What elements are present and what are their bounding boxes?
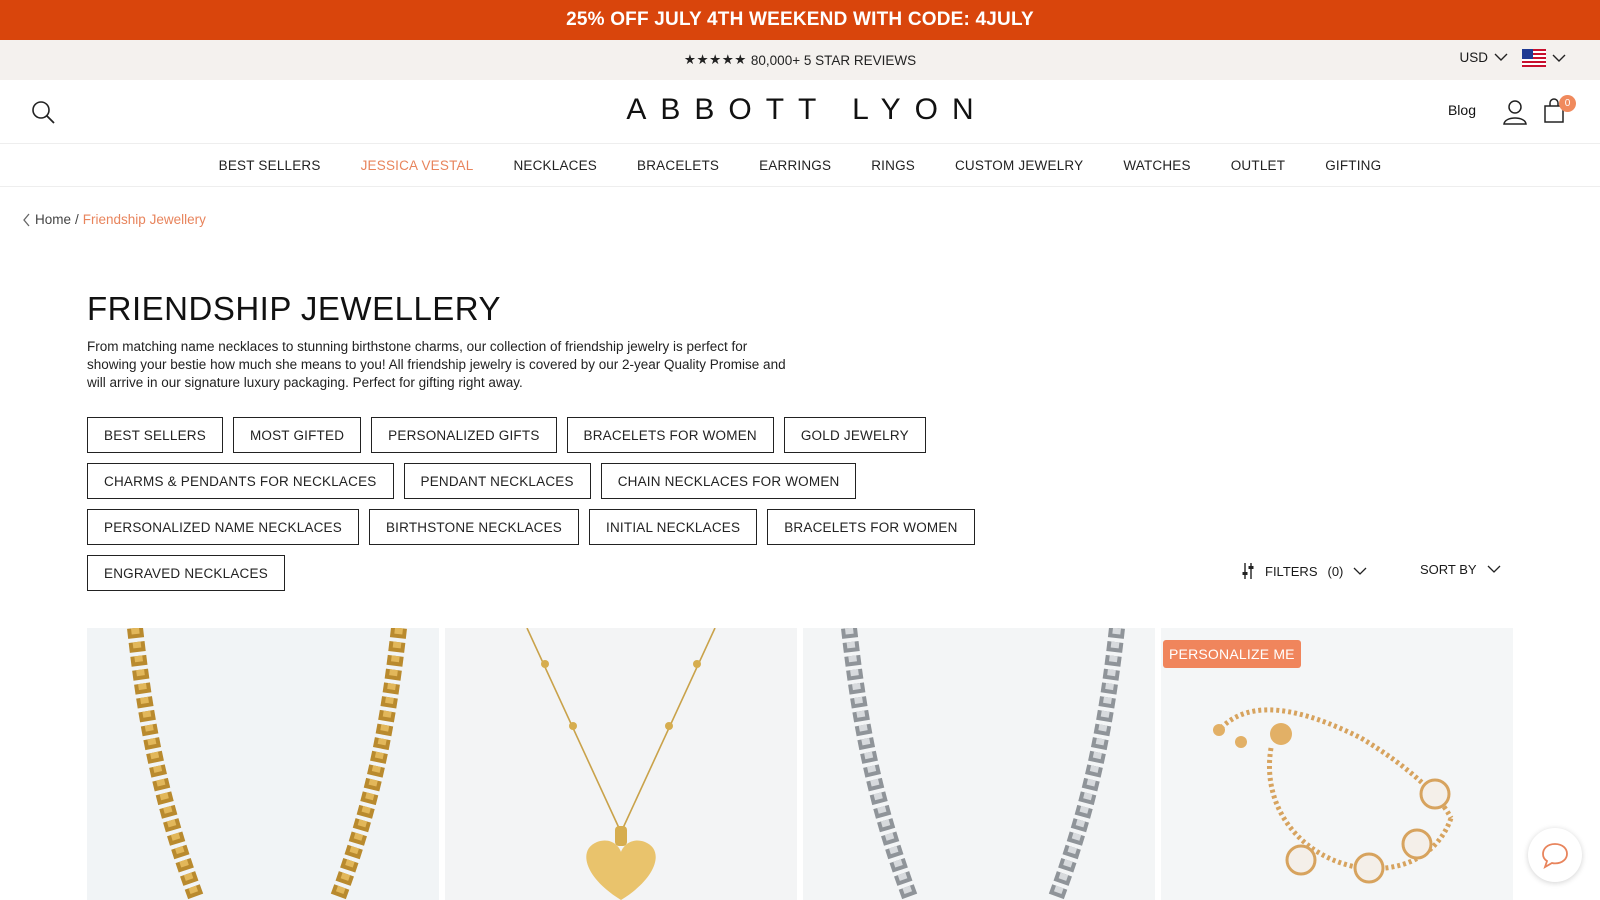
nav-earrings[interactable]: EARRINGS [759,158,831,173]
nav-best-sellers[interactable]: BEST SELLERS [219,158,321,173]
category-chips: BEST SELLERS MOST GIFTED PERSONALIZED GI… [87,417,975,591]
search-icon [32,101,55,124]
filter-sliders-icon [1242,563,1254,579]
chip-personalized-gifts[interactable]: PERSONALIZED GIFTS [371,417,557,453]
nav-jessica-vestal[interactable]: JESSICA VESTAL [361,158,474,173]
nav-custom-jewelry[interactable]: CUSTOM JEWELRY [955,158,1083,173]
chip-row: ENGRAVED NECKLACES [87,555,975,591]
nav-bracelets[interactable]: BRACELETS [637,158,719,173]
silver-curb-chain-necklace-image [803,628,1155,900]
chip-gold-jewelry[interactable]: GOLD JEWELRY [783,417,926,453]
chip-bracelets-for-women-2[interactable]: BRACELETS FOR WOMEN [767,509,975,545]
chevron-down-icon [1494,53,1508,61]
filters-button[interactable]: FILTERS (0) [1241,562,1367,580]
nav-watches[interactable]: WATCHES [1123,158,1190,173]
rating-stars: ★★★★★ [683,52,747,67]
chip-initial-necklaces[interactable]: INITIAL NECKLACES [589,509,758,545]
currency-label: USD [1459,50,1488,65]
chevron-left-icon[interactable] [22,213,31,227]
breadcrumb: Home / Friendship Jewellery [22,212,206,227]
nav-rings[interactable]: RINGS [871,158,915,173]
chip-row: CHARMS & PENDANTS FOR NECKLACES PENDANT … [87,463,975,499]
chevron-down-icon [1487,565,1501,573]
product-card[interactable] [445,628,797,900]
site-header: ABBOTT LYON Blog 0 [0,80,1600,144]
chip-best-sellers[interactable]: BEST SELLERS [87,417,223,453]
product-card[interactable] [803,628,1155,900]
search-button[interactable] [30,99,58,127]
product-card[interactable] [87,628,439,900]
chip-row: BEST SELLERS MOST GIFTED PERSONALIZED GI… [87,417,975,453]
currency-selector[interactable]: USD [1459,50,1508,65]
us-flag-icon [1522,49,1546,67]
product-card[interactable]: PERSONALIZE ME [1161,628,1513,900]
chevron-down-icon [1353,567,1367,575]
breadcrumb-separator: / [75,212,79,227]
collection-description: From matching name necklaces to stunning… [87,339,786,390]
user-icon [1503,100,1527,125]
account-button[interactable] [1502,98,1528,126]
chat-button[interactable] [1528,828,1582,882]
country-selector[interactable] [1522,49,1566,67]
chip-bracelets-for-women[interactable]: BRACELETS FOR WOMEN [566,417,774,453]
promo-banner[interactable]: 25% OFF JULY 4TH WEEKEND WITH CODE: 4JUL… [0,0,1600,40]
main-nav: BEST SELLERS JESSICA VESTAL NECKLACES BR… [0,145,1600,187]
chip-birthstone-necklaces[interactable]: BIRTHSTONE NECKLACES [368,509,580,545]
chip-charms-pendants[interactable]: CHARMS & PENDANTS FOR NECKLACES [87,463,394,499]
chip-engraved-necklaces[interactable]: ENGRAVED NECKLACES [87,555,285,591]
reviews-text: 80,000+ 5 STAR REVIEWS [750,52,917,68]
personalize-badge: PERSONALIZE ME [1163,640,1301,668]
product-grid: PERSONALIZE ME [87,628,1513,900]
chip-row: PERSONALIZED NAME NECKLACES BIRTHSTONE N… [87,509,975,545]
cart-count-badge: 0 [1559,95,1576,112]
brand-logo[interactable]: ABBOTT LYON [0,93,1600,127]
chip-personalized-name-necklaces[interactable]: PERSONALIZED NAME NECKLACES [87,509,359,545]
cart-button[interactable]: 0 [1542,95,1576,126]
chip-most-gifted[interactable]: MOST GIFTED [232,417,362,453]
blog-link[interactable]: Blog [1448,102,1476,118]
gold-clover-charm-bracelet-image [1161,628,1513,900]
reviews-bar: ★★★★★ 80,000+ 5 STAR REVIEWS [0,40,1600,80]
sort-label: SORT BY [1420,562,1477,577]
nav-outlet[interactable]: OUTLET [1231,158,1285,173]
sort-by-button[interactable]: SORT BY [1420,562,1501,577]
breadcrumb-home[interactable]: Home [35,212,71,227]
chat-bubble-icon [1542,843,1568,869]
gold-heart-pendant-necklace-image [445,628,797,900]
gold-curb-chain-necklace-image [87,628,439,900]
filters-label: FILTERS [1265,563,1318,579]
chevron-down-icon [1552,54,1566,62]
nav-gifting[interactable]: GIFTING [1325,158,1381,173]
page-title: FRIENDSHIP JEWELLERY [87,290,502,327]
breadcrumb-current: Friendship Jewellery [82,212,206,227]
nav-necklaces[interactable]: NECKLACES [513,158,597,173]
promo-text: 25% OFF JULY 4TH WEEKEND WITH CODE: 4JUL… [566,9,1034,30]
filters-count: (0) [1327,563,1344,579]
chip-pendant-necklaces[interactable]: PENDANT NECKLACES [403,463,591,499]
chip-chain-necklaces[interactable]: CHAIN NECKLACES FOR WOMEN [600,463,857,499]
